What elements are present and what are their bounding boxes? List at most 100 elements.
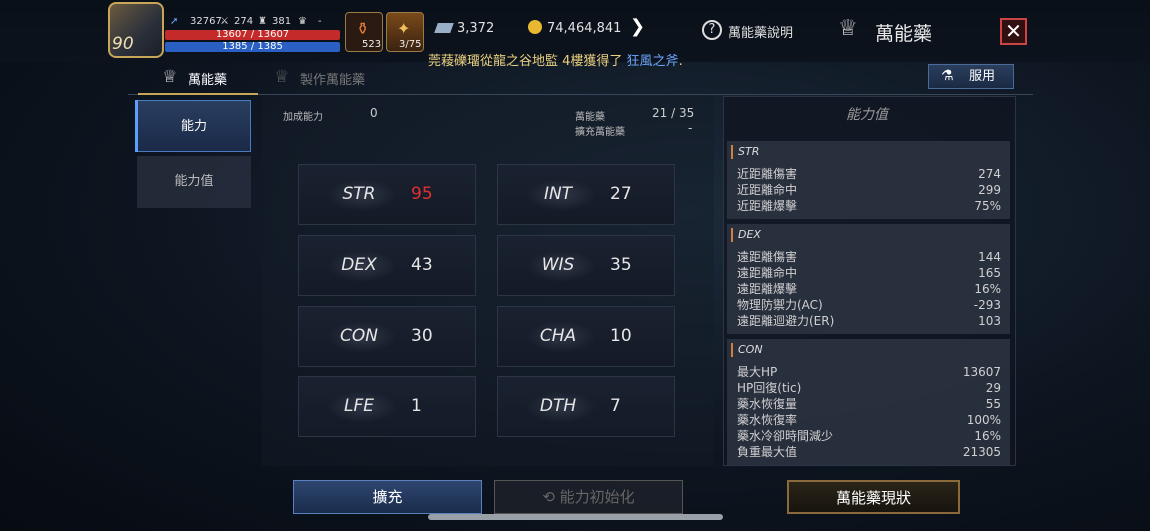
close-icon: ✕ [1005,19,1022,43]
status-button-label: 萬能藥現狀 [835,489,911,507]
stat-tile-cha[interactable]: CHA 10 [497,306,675,367]
stat-c-value: 381 [272,16,292,27]
potion-icon: ⚱ [356,19,370,38]
mp-bar: 1385 / 1385 [165,42,340,52]
stat-tile-dth[interactable]: DTH 7 [497,376,675,437]
section-header: CON [731,343,763,357]
elixir-count: 3/75 [399,39,422,50]
gold-coin-icon [528,20,542,34]
elixir-icon: ✦ [397,19,411,38]
stat-name: CON [340,326,378,346]
stat-row-label: HP回復(tic) [737,381,802,395]
stat-value: 7 [610,396,621,416]
stat-tile-str[interactable]: STR 95 [298,164,476,225]
gold-count: 74,464,841 [547,21,622,36]
stat-row-label: 近距離爆擊 [737,199,798,213]
section-header: STR [731,145,759,159]
sidebar-item-label: 能力值 [174,174,214,189]
stat-row-value: 299 [978,183,1001,197]
stat-row-label: 藥水冷卻時間減少 [737,429,834,443]
section-header: DEX [731,228,761,242]
tab-craft-label: 製作萬能藥 [300,73,366,88]
help-icon[interactable]: ? [702,20,722,40]
reset-ability-button[interactable]: ⟲ 能力初始化 [494,480,683,514]
stat-value: 35 [610,255,632,275]
chevron-right-icon[interactable]: ❯ [630,16,645,37]
stat-tile-dex[interactable]: DEX 43 [298,235,476,296]
stat-name: WIS [541,255,575,275]
stat-row: 遠距離傷害 144 [737,249,1001,265]
help-label[interactable]: 萬能藥說明 [728,22,793,41]
stat-tile-lfe[interactable]: LFE 1 [298,376,476,437]
stat-row: 藥水恢復率 100% [737,412,1001,428]
stat-tile-wis[interactable]: WIS 35 [497,235,675,296]
stat-row: 藥水恢復量 55 [737,396,1001,412]
close-button[interactable]: ✕ [1000,18,1027,45]
stat-name: INT [543,184,573,204]
reset-button-label: 能力初始化 [559,488,635,506]
stat-value: 27 [610,184,632,204]
stat-tile-con[interactable]: CON 30 [298,306,476,367]
stat-row-label: 最大HP [737,365,778,379]
elixir-status-button[interactable]: 萬能藥現狀 [787,480,960,514]
stats-panel-title: 能力值 [846,107,888,123]
bonus-label: 加成能力 [283,112,323,123]
stat-row-label: 遠距離迴避力(ER) [737,314,835,328]
stat-value: 30 [411,326,433,346]
potion-slot[interactable]: ⚱ 523 [345,12,383,52]
stat-row-value: 100% [966,413,1001,427]
tab-craft-elixir[interactable]: ♕ 製作萬能藥 [272,66,382,93]
stat-row: 遠距離命中 165 [737,265,1001,281]
stats-section-str: STR 近距離傷害 274 近距離命中 299 近距離爆擊 75% [727,141,1010,219]
stat-b-value: 274 [234,16,254,27]
mp-text: 1385 / 1385 [222,41,283,52]
stat-row: HP回復(tic) 29 [737,380,1001,396]
expand-label: 擴充萬能藥 [575,127,625,138]
stat-row-value: 16% [974,429,1001,443]
stat-value: 10 [610,326,632,346]
sword-icon: ⚔ [220,16,229,27]
stat-row: 近距離傷害 274 [737,166,1001,182]
stat-row-label: 遠距離爆擊 [737,282,798,296]
stat-row: 近距離爆擊 75% [737,198,1001,214]
stat-tile-int[interactable]: INT 27 [497,164,675,225]
elixir-count-label: 萬能藥 [575,112,605,123]
sidebar-item-stats[interactable]: 能力值 [137,156,251,208]
page-title: 萬能藥 [875,23,933,45]
stat-row-label: 遠距離傷害 [737,250,798,264]
hp-text: 13607 / 13607 [215,29,290,40]
hp-bar: 13607 / 13607 [165,30,340,40]
stat-row-label: 負重最大值 [737,445,798,459]
use-button-label: 服用 [969,69,996,84]
flask-icon: ⚗ [941,68,954,84]
stat-name: LFE [344,396,374,416]
stat-row-value: 103 [978,314,1001,328]
stat-row-value: 16% [974,282,1001,296]
stat-row-value: 21305 [962,445,1001,459]
expand-button[interactable]: 擴充 [293,480,482,514]
stat-value: 43 [411,255,433,275]
refresh-icon: ⟲ [542,488,555,506]
stat-row-label: 藥水恢復率 [737,413,798,427]
wing-icon: ➚ [170,16,179,27]
craft-tab-icon: ♕ [274,67,290,87]
armor-icon: ♜ [258,16,267,27]
elixir-count-value: 21 / 35 [652,106,695,120]
elixir-slot[interactable]: ✦ 3/75 [386,12,424,52]
stat-row: 最大HP 13607 [737,364,1001,380]
stat-row: 負重最大值 21305 [737,444,1001,460]
stat-row-value: -293 [973,298,1001,312]
stat-row-label: 物理防禦力(AC) [737,298,823,312]
tab-elixir-label: 萬能藥 [188,73,228,88]
sidebar-item-ability[interactable]: 能力 [137,100,251,152]
stat-row: 遠距離爆擊 16% [737,281,1001,297]
stat-value: 1 [411,396,422,416]
elixir-emblem-icon: ♕ [838,16,858,41]
stat-d-value: - [318,16,322,27]
stat-name: STR [342,184,376,204]
stat-value: 95 [411,184,433,204]
use-button[interactable]: ⚗ 服用 [928,64,1014,89]
stat-row-label: 藥水恢復量 [737,397,798,411]
stat-row-label: 遠距離命中 [737,266,798,280]
tab-elixir[interactable]: ♕ 萬能藥 [138,66,258,95]
